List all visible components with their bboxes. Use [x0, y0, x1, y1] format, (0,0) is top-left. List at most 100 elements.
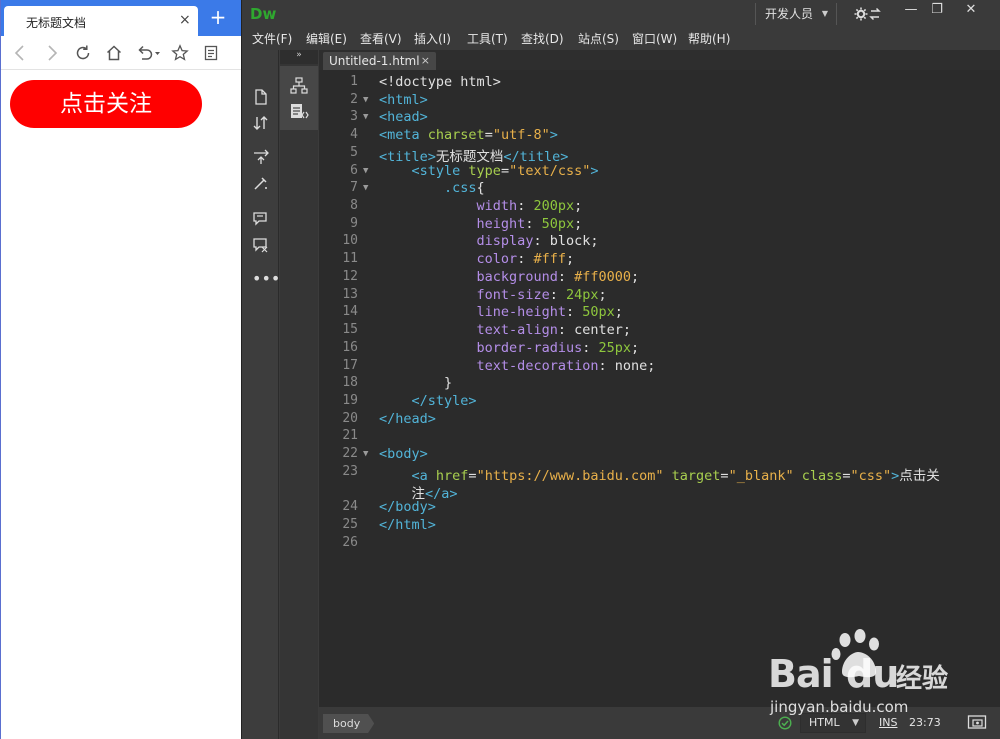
- code-line[interactable]: 8 width: 200px;: [319, 198, 1000, 216]
- code-line[interactable]: 21: [319, 428, 1000, 446]
- code-line[interactable]: 25 </html>: [319, 517, 1000, 535]
- line-number: 7: [350, 180, 358, 196]
- browser-tab-title: 无标题文档: [26, 16, 87, 30]
- line-number: 17: [342, 357, 358, 373]
- code-line[interactable]: 16 border-radius: 25px;: [319, 340, 1000, 358]
- code-line[interactable]: 17 text-decoration: none;: [319, 358, 1000, 376]
- workspace-switcher[interactable]: 开发人员 ▼: [755, 3, 837, 25]
- fold-toggle-icon[interactable]: ▼: [363, 95, 373, 105]
- close-document-icon[interactable]: ×: [421, 52, 430, 70]
- line-number: 25: [342, 517, 358, 532]
- menu-help[interactable]: 帮助(H): [688, 30, 730, 47]
- code-line[interactable]: 26: [319, 535, 1000, 553]
- code-token: ;: [574, 198, 583, 215]
- browser-tab[interactable]: 无标题文档 ×: [4, 6, 198, 36]
- code-line[interactable]: 15 text-align: center;: [319, 322, 1000, 340]
- code-text: <head>: [379, 109, 428, 125]
- code-line[interactable]: 24 </body>: [319, 499, 1000, 517]
- code-line[interactable]: 2 ▼ <html>: [319, 92, 1000, 110]
- dw-titlebar: Dw 开发人员 ▼ — ❐ ✕: [242, 0, 1000, 28]
- watermark-brand: Bai: [768, 652, 834, 696]
- code-token: =: [484, 127, 493, 144]
- code-line[interactable]: 6 ▼ <style type="text/css">: [319, 163, 1000, 181]
- code-line[interactable]: 18 }: [319, 375, 1000, 393]
- line-number: 23: [342, 463, 358, 479]
- code-token: <head>: [379, 109, 428, 126]
- code-line[interactable]: 20 </head>: [319, 411, 1000, 429]
- code-line[interactable]: 22 ▼ <body>: [319, 446, 1000, 464]
- code-token: text-align: [476, 322, 558, 339]
- code-line[interactable]: 注</a>: [319, 482, 1000, 502]
- code-token: :: [557, 268, 575, 285]
- line-number: 3: [350, 109, 358, 125]
- more-tools-icon[interactable]: •••: [252, 271, 280, 290]
- home-icon[interactable]: [103, 41, 125, 65]
- code-token: :: [517, 251, 534, 268]
- code-line[interactable]: 3 ▼ <head>: [319, 109, 1000, 127]
- close-window-button[interactable]: ✕: [956, 2, 986, 20]
- undo-history-icon[interactable]: [134, 41, 162, 65]
- fold-toggle-icon[interactable]: ▼: [363, 449, 373, 459]
- close-tab-icon[interactable]: ×: [179, 12, 191, 28]
- code-token: 200px: [533, 198, 575, 215]
- tag-breadcrumb[interactable]: body: [323, 714, 375, 733]
- code-token: block: [549, 233, 591, 250]
- code-token: >: [549, 127, 558, 144]
- fold-toggle-icon[interactable]: ▼: [363, 112, 373, 122]
- line-number: 12: [342, 268, 358, 284]
- fold-toggle-icon[interactable]: ▼: [363, 183, 373, 193]
- apply-comment-icon[interactable]: [252, 210, 270, 228]
- sync-settings-icon[interactable]: [854, 6, 882, 22]
- code-line[interactable]: 11 color: #fff;: [319, 251, 1000, 269]
- code-line[interactable]: 5 <title>无标题文档</title>: [319, 145, 1000, 165]
- menu-insert[interactable]: 插入(I): [414, 30, 451, 47]
- css-designer-icon[interactable]: [289, 102, 309, 122]
- menu-view[interactable]: 查看(V): [360, 30, 402, 47]
- code-token: "utf-8": [492, 127, 550, 144]
- menu-edit[interactable]: 编辑(E): [306, 30, 347, 47]
- maximize-button[interactable]: ❐: [922, 2, 952, 20]
- file-management-icon[interactable]: [252, 114, 270, 132]
- expand-tags-icon[interactable]: [252, 148, 270, 166]
- menu-file[interactable]: 文件(F): [252, 30, 292, 47]
- star-icon[interactable]: [169, 41, 191, 65]
- code-token: none: [614, 357, 648, 374]
- menu-site[interactable]: 站点(S): [578, 30, 619, 47]
- code-line[interactable]: 14 line-height: 50px;: [319, 304, 1000, 322]
- code-line[interactable]: 7 ▼ .css{: [319, 180, 1000, 198]
- menu-find[interactable]: 查找(D): [521, 30, 564, 47]
- tab-untitled-1[interactable]: Untitled-1.html ×: [323, 52, 436, 70]
- line-number: 10: [342, 233, 358, 249]
- remove-comment-icon[interactable]: [252, 236, 270, 254]
- code-token: {: [476, 180, 485, 197]
- dom-tree-icon[interactable]: [289, 76, 309, 96]
- new-tab-icon[interactable]: +: [207, 6, 229, 30]
- code-line[interactable]: 19 </style>: [319, 393, 1000, 411]
- code-text: font-size: 24px;: [379, 287, 607, 303]
- forward-icon[interactable]: [41, 41, 63, 65]
- follow-button[interactable]: 点击关注: [10, 80, 202, 128]
- line-number: 13: [342, 286, 358, 302]
- code-token: #fff: [533, 251, 566, 268]
- code-line[interactable]: 12 background: #ff0000;: [319, 269, 1000, 287]
- refresh-icon[interactable]: [72, 41, 94, 65]
- code-line[interactable]: 1 <!doctype html>: [319, 74, 1000, 92]
- format-source-icon[interactable]: [252, 174, 270, 192]
- fold-toggle-icon[interactable]: ▼: [363, 166, 373, 176]
- new-document-icon[interactable]: [252, 88, 270, 106]
- collapse-panels-icon[interactable]: »: [280, 50, 318, 64]
- menu-tools[interactable]: 工具(T): [467, 30, 508, 47]
- code-line[interactable]: 4 <meta charset="utf-8">: [319, 127, 1000, 145]
- code-line[interactable]: 23 <a href="https://www.baidu.com" targe…: [319, 463, 1000, 484]
- code-line[interactable]: 10 display: block;: [319, 233, 1000, 251]
- code-line[interactable]: 9 height: 50px;: [319, 216, 1000, 234]
- code-text: <html>: [379, 92, 428, 108]
- back-icon[interactable]: [9, 41, 31, 65]
- line-number: 21: [342, 428, 358, 444]
- code-line[interactable]: 13 font-size: 24px;: [319, 287, 1000, 305]
- reader-icon[interactable]: [200, 41, 222, 65]
- code-editor[interactable]: 1 <!doctype html> 2 ▼ <html> 3 ▼ <head> 4 <meta c…: [319, 70, 1000, 706]
- menu-window[interactable]: 窗口(W): [632, 30, 677, 47]
